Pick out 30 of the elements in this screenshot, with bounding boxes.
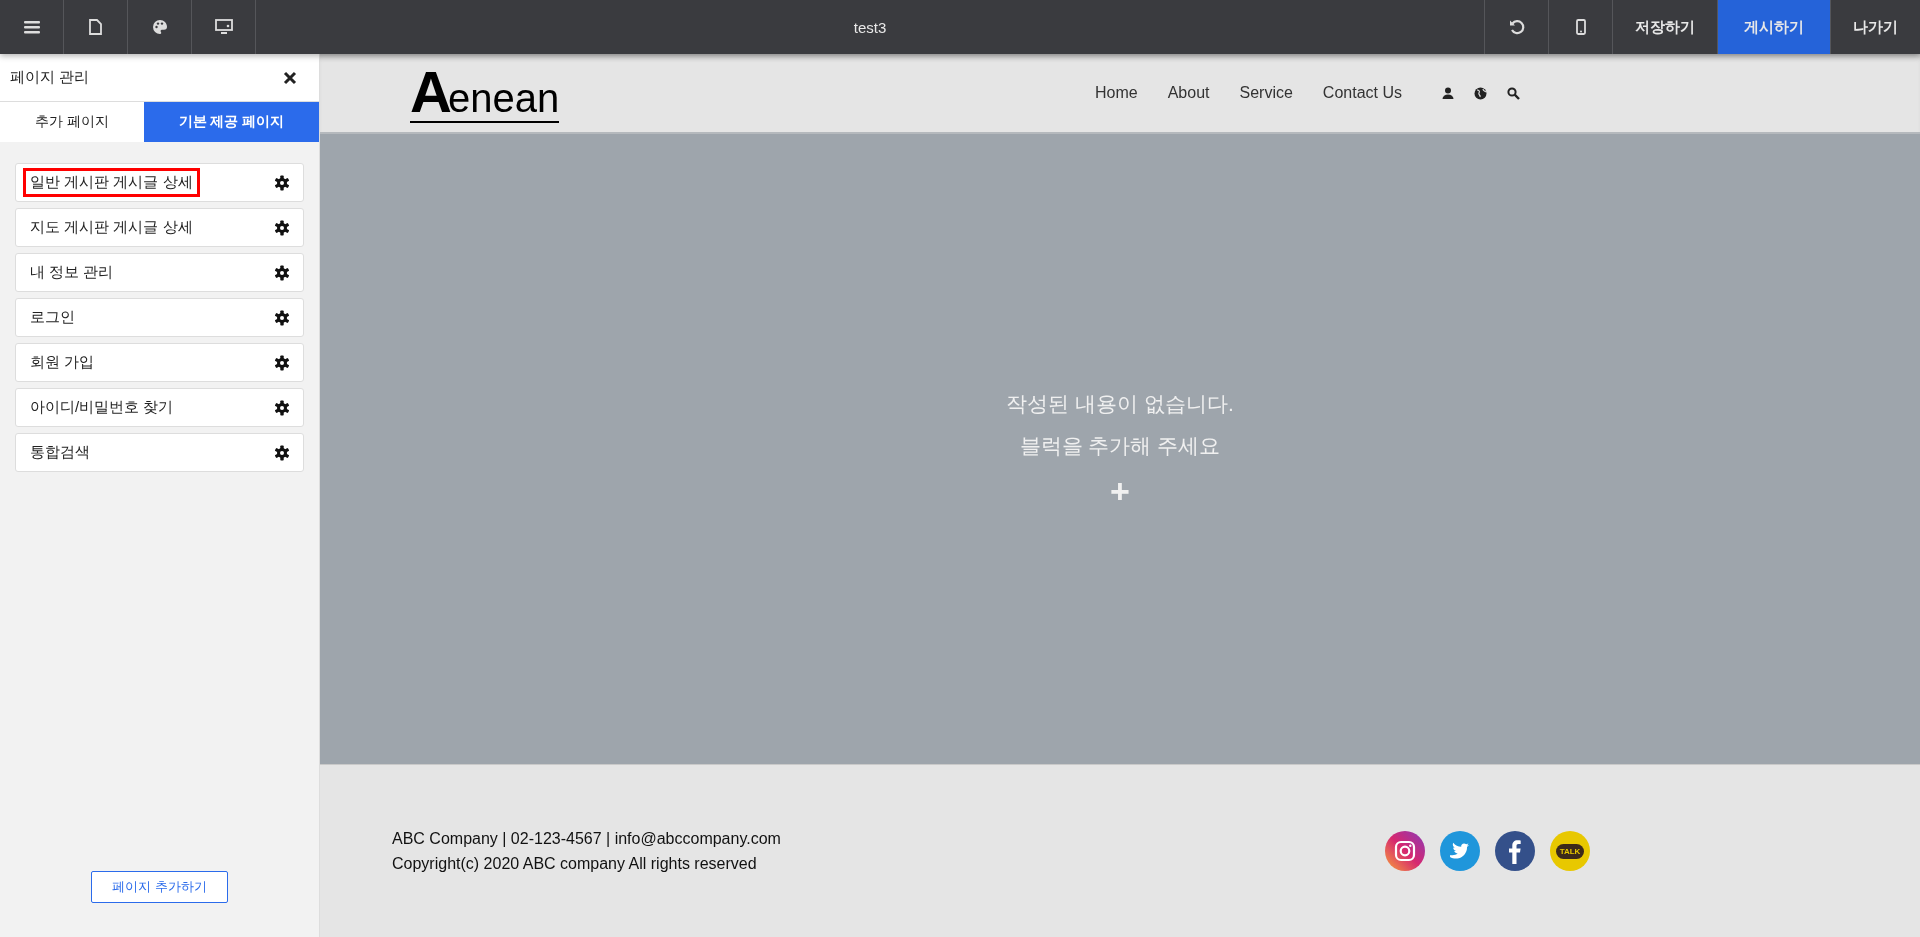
chat-bubble-icon[interactable]: TALK [1550,831,1590,871]
empty-message: 작성된 내용이 없습니다. [1006,391,1234,417]
page-list-item[interactable]: 통합검색 [15,433,304,472]
page-list-item[interactable]: 내 정보 관리 [15,253,304,292]
page-name: 로그인 [29,307,76,327]
document-title: test3 [852,17,888,38]
nav-link[interactable]: Home [1095,84,1138,102]
page-name: 아이디/비밀번호 찾기 [29,397,175,417]
add-page-button[interactable]: 페이지 추가하기 [91,871,228,903]
page-list-item[interactable]: 아이디/비밀번호 찾기 [15,388,304,427]
footer-text: Copyright(c) 2020 ABC company All rights reserved [392,854,758,874]
footer-text: ABC Company | 02-123-4567 | info@abccompany.com [392,829,781,849]
page-name: 통합검색 [29,442,91,462]
empty-message: 블럭을 추가해 주세요 [1019,433,1221,459]
page-list-item[interactable]: 회원 가입 [15,343,304,382]
page-list-item[interactable]: 일반 게시판 게시글 상세 [15,163,304,202]
page-name: 회원 가입 [29,352,96,372]
nav-link[interactable]: Contact Us [1322,84,1402,102]
panel-title: 페이지 관리 [10,68,90,87]
page-name: 내 정보 관리 [29,262,115,282]
panel-tab[interactable]: 추가 페이지 [0,102,144,142]
nav-link[interactable]: Service [1239,84,1293,102]
toolbar-action-button[interactable]: 게시하기 [1717,0,1830,54]
page-list-item[interactable]: 로그인 [15,298,304,337]
nav-link[interactable]: About [1167,84,1210,102]
site-logo[interactable]: Aenean [410,63,560,123]
panel-tab[interactable]: 기본 제공 페이지 [144,102,319,142]
page-name: 지도 게시판 게시글 상세 [29,217,194,237]
page-name: 일반 게시판 게시글 상세 [23,168,200,197]
page-list-item[interactable]: 지도 게시판 게시글 상세 [15,208,304,247]
